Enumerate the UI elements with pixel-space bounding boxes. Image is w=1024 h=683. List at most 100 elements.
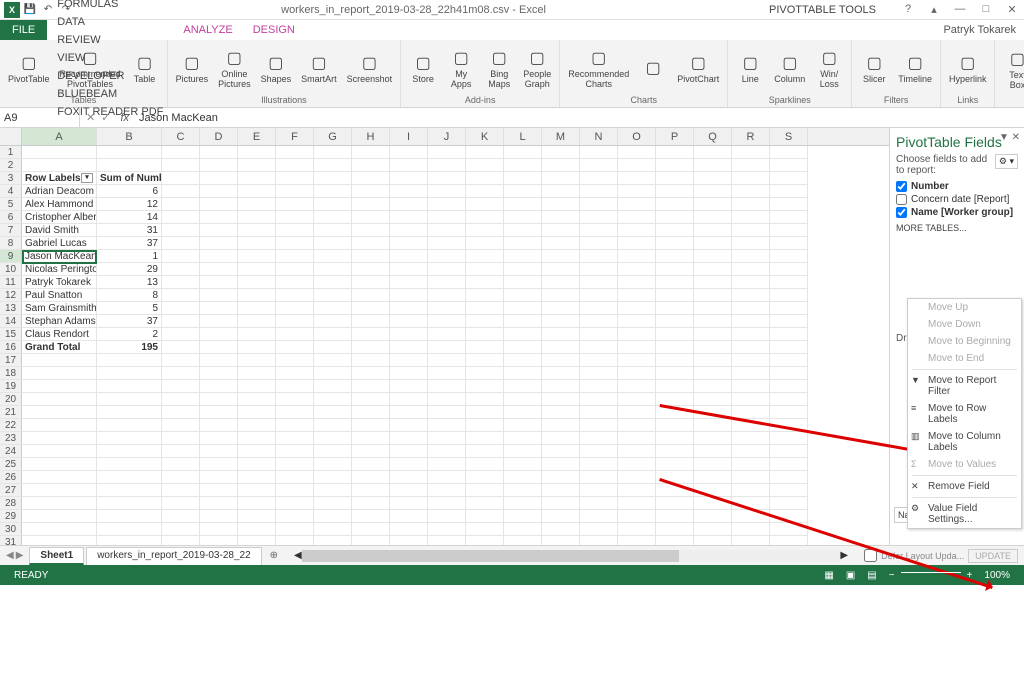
cell[interactable] bbox=[390, 159, 428, 172]
cell[interactable] bbox=[162, 315, 200, 328]
cell[interactable] bbox=[352, 315, 390, 328]
menu-item-move-to-column-labels[interactable]: ▥Move to Column Labels bbox=[908, 428, 1021, 456]
cell[interactable] bbox=[580, 263, 618, 276]
zoom-in-icon[interactable]: + bbox=[961, 570, 979, 581]
row-header[interactable]: 3 bbox=[0, 172, 22, 185]
cell[interactable] bbox=[428, 315, 466, 328]
cell[interactable] bbox=[770, 471, 808, 484]
cell[interactable] bbox=[22, 380, 97, 393]
cell[interactable] bbox=[618, 315, 656, 328]
cell[interactable] bbox=[352, 393, 390, 406]
cell[interactable] bbox=[694, 536, 732, 545]
cell[interactable] bbox=[162, 146, 200, 159]
cell[interactable] bbox=[466, 432, 504, 445]
cell[interactable] bbox=[694, 328, 732, 341]
cell[interactable] bbox=[428, 276, 466, 289]
cell[interactable] bbox=[466, 250, 504, 263]
cell[interactable] bbox=[732, 393, 770, 406]
cell[interactable] bbox=[428, 523, 466, 536]
cell[interactable] bbox=[504, 536, 542, 545]
cell[interactable] bbox=[352, 250, 390, 263]
cell[interactable] bbox=[22, 458, 97, 471]
row-header[interactable]: 6 bbox=[0, 211, 22, 224]
cell[interactable] bbox=[314, 393, 352, 406]
cell[interactable] bbox=[97, 354, 162, 367]
cell[interactable] bbox=[314, 159, 352, 172]
cancel-formula-icon[interactable]: ✕ bbox=[86, 111, 95, 124]
cell[interactable] bbox=[732, 263, 770, 276]
cell[interactable] bbox=[694, 393, 732, 406]
cell[interactable] bbox=[428, 146, 466, 159]
cell[interactable] bbox=[618, 211, 656, 224]
cell[interactable] bbox=[656, 510, 694, 523]
cell[interactable] bbox=[770, 510, 808, 523]
cell[interactable] bbox=[694, 445, 732, 458]
cell[interactable] bbox=[770, 354, 808, 367]
cell[interactable] bbox=[238, 393, 276, 406]
cell[interactable] bbox=[238, 198, 276, 211]
cell[interactable] bbox=[770, 367, 808, 380]
row-header[interactable]: 7 bbox=[0, 224, 22, 237]
cell[interactable] bbox=[656, 393, 694, 406]
row-header[interactable]: 31 bbox=[0, 536, 22, 545]
cell[interactable] bbox=[580, 289, 618, 302]
cell[interactable] bbox=[580, 432, 618, 445]
cell[interactable] bbox=[542, 185, 580, 198]
cell[interactable] bbox=[22, 406, 97, 419]
ribbon-collapse-icon[interactable]: ▴ bbox=[922, 3, 946, 16]
cell[interactable] bbox=[352, 367, 390, 380]
cell[interactable]: 37 bbox=[97, 315, 162, 328]
column-header-O[interactable]: O bbox=[618, 128, 656, 145]
column-header-P[interactable]: P bbox=[656, 128, 694, 145]
cell[interactable]: 12 bbox=[97, 198, 162, 211]
cell[interactable] bbox=[618, 302, 656, 315]
cell[interactable] bbox=[22, 146, 97, 159]
field-checkbox[interactable] bbox=[896, 207, 907, 218]
field-item[interactable]: Concern date [Report] bbox=[896, 193, 1018, 206]
cell[interactable] bbox=[314, 458, 352, 471]
cell[interactable] bbox=[200, 536, 238, 545]
cell[interactable] bbox=[97, 484, 162, 497]
row-header[interactable]: 18 bbox=[0, 367, 22, 380]
cell[interactable] bbox=[466, 367, 504, 380]
cell[interactable] bbox=[238, 302, 276, 315]
cell[interactable] bbox=[504, 198, 542, 211]
cell[interactable] bbox=[770, 445, 808, 458]
cell[interactable] bbox=[656, 237, 694, 250]
cell[interactable]: Grand Total bbox=[22, 341, 97, 354]
field-item[interactable]: Number bbox=[896, 180, 1018, 193]
cell[interactable] bbox=[428, 445, 466, 458]
cell[interactable] bbox=[656, 328, 694, 341]
cell[interactable] bbox=[542, 523, 580, 536]
cell[interactable] bbox=[694, 172, 732, 185]
cell[interactable] bbox=[314, 198, 352, 211]
cell[interactable] bbox=[314, 380, 352, 393]
cell[interactable] bbox=[200, 289, 238, 302]
cell[interactable] bbox=[22, 159, 97, 172]
cell[interactable] bbox=[466, 523, 504, 536]
cell[interactable] bbox=[580, 159, 618, 172]
cell[interactable] bbox=[694, 289, 732, 302]
cell[interactable] bbox=[22, 432, 97, 445]
cell[interactable] bbox=[428, 458, 466, 471]
cell[interactable] bbox=[352, 172, 390, 185]
cell[interactable] bbox=[352, 380, 390, 393]
cell[interactable] bbox=[314, 341, 352, 354]
cell[interactable] bbox=[238, 276, 276, 289]
row-header[interactable]: 29 bbox=[0, 510, 22, 523]
column-header-N[interactable]: N bbox=[580, 128, 618, 145]
cell[interactable] bbox=[732, 302, 770, 315]
row-header[interactable]: 5 bbox=[0, 198, 22, 211]
cell[interactable] bbox=[656, 523, 694, 536]
cell[interactable] bbox=[97, 471, 162, 484]
cell[interactable]: 6 bbox=[97, 185, 162, 198]
cell[interactable] bbox=[352, 354, 390, 367]
cell[interactable] bbox=[200, 263, 238, 276]
name-box[interactable]: A9 bbox=[0, 108, 80, 127]
row-header[interactable]: 25 bbox=[0, 458, 22, 471]
cell[interactable] bbox=[200, 432, 238, 445]
cell[interactable] bbox=[732, 146, 770, 159]
cell[interactable] bbox=[314, 289, 352, 302]
cell[interactable] bbox=[580, 237, 618, 250]
cell[interactable] bbox=[542, 250, 580, 263]
